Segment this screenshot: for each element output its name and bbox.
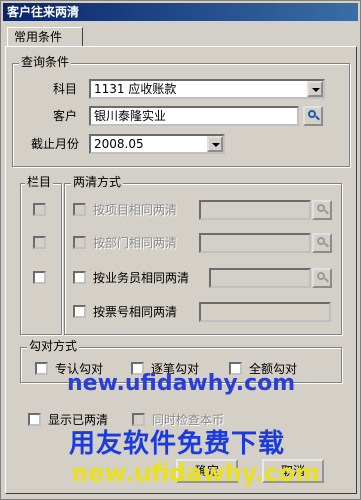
dialog-window: 客户往来两清 常用条件 查询条件 科目 1131 应收账款 客户 银川泰隆实业 … bbox=[0, 0, 361, 500]
customer-input[interactable]: 银川泰隆实业 bbox=[89, 106, 299, 126]
clearing-method-group: 两清方式 按项目相同两清 按部门相同两清 按业务员相同两清 按票号相同两清 bbox=[64, 175, 342, 335]
subject-select[interactable]: 1131 应收账款 bbox=[89, 79, 325, 99]
matching-method-title: 勾对方式 bbox=[27, 339, 80, 353]
title-bar: 客户往来两清 bbox=[3, 3, 358, 21]
clear-by-invoice-number-checkbox[interactable] bbox=[73, 305, 86, 318]
project-search-button bbox=[312, 200, 332, 220]
columns-group: 栏目 bbox=[20, 175, 62, 335]
department-search-button bbox=[312, 233, 332, 253]
month-value: 2008.05 bbox=[94, 137, 144, 151]
query-conditions-title: 查询条件 bbox=[19, 55, 72, 69]
cancel-button[interactable]: 取消 bbox=[262, 459, 324, 483]
chevron-down-icon[interactable] bbox=[307, 81, 323, 97]
clear-by-salesperson-label: 按业务员相同两清 bbox=[93, 271, 190, 285]
query-conditions-group: 查询条件 科目 1131 应收账款 客户 银川泰隆实业 截止月份 2008.05 bbox=[12, 55, 350, 167]
show-cleared-label: 显示已两清 bbox=[48, 413, 109, 427]
match-one-by-one-label: 逐笔勾对 bbox=[151, 362, 200, 376]
month-label: 截止月份 bbox=[31, 137, 80, 151]
check-at-same-time-checkbox[interactable] bbox=[132, 413, 145, 426]
match-specific-label: 专认勾对 bbox=[55, 362, 104, 376]
tab-panel: 查询条件 科目 1131 应收账款 客户 银川泰隆实业 截止月份 2008.05 bbox=[5, 46, 357, 494]
column-checkbox-2[interactable] bbox=[33, 236, 46, 249]
columns-title: 栏目 bbox=[25, 175, 54, 189]
clear-by-salesperson-checkbox[interactable] bbox=[73, 271, 86, 284]
month-select[interactable]: 2008.05 bbox=[89, 134, 225, 154]
show-cleared-checkbox[interactable] bbox=[28, 413, 41, 426]
subject-label: 科目 bbox=[53, 82, 78, 96]
match-full-amount-checkbox[interactable] bbox=[229, 362, 242, 375]
clear-by-invoice-number-label: 按票号相同两清 bbox=[93, 305, 178, 319]
customer-value: 银川泰隆实业 bbox=[94, 109, 167, 123]
tab-common-conditions[interactable]: 常用条件 bbox=[7, 27, 83, 47]
column-checkbox-3[interactable] bbox=[33, 271, 46, 284]
check-at-same-time-label: 同时检查本币 bbox=[152, 413, 225, 427]
chevron-down-icon[interactable] bbox=[207, 136, 223, 152]
invoice-number-input bbox=[199, 302, 331, 322]
clear-by-department-label: 按部门相同两清 bbox=[93, 236, 178, 250]
clearing-method-title: 两清方式 bbox=[71, 175, 124, 189]
salesperson-search-button bbox=[312, 268, 332, 288]
subject-value: 1131 应收账款 bbox=[94, 82, 177, 96]
ok-button[interactable]: 确定 bbox=[176, 459, 238, 483]
department-input bbox=[199, 233, 311, 253]
project-input bbox=[199, 200, 311, 220]
customer-label: 客户 bbox=[53, 109, 78, 123]
match-full-amount-label: 全额勾对 bbox=[249, 362, 298, 376]
match-one-by-one-checkbox[interactable] bbox=[131, 362, 144, 375]
column-checkbox-1[interactable] bbox=[33, 203, 46, 216]
clear-by-department-checkbox[interactable] bbox=[73, 236, 86, 249]
match-specific-checkbox[interactable] bbox=[35, 362, 48, 375]
clear-by-project-checkbox[interactable] bbox=[73, 203, 86, 216]
salesperson-input bbox=[209, 268, 311, 288]
customer-search-button[interactable] bbox=[303, 106, 323, 126]
clear-by-project-label: 按项目相同两清 bbox=[93, 203, 178, 217]
matching-method-group: 勾对方式 专认勾对 逐笔勾对 全额勾对 bbox=[20, 339, 342, 383]
